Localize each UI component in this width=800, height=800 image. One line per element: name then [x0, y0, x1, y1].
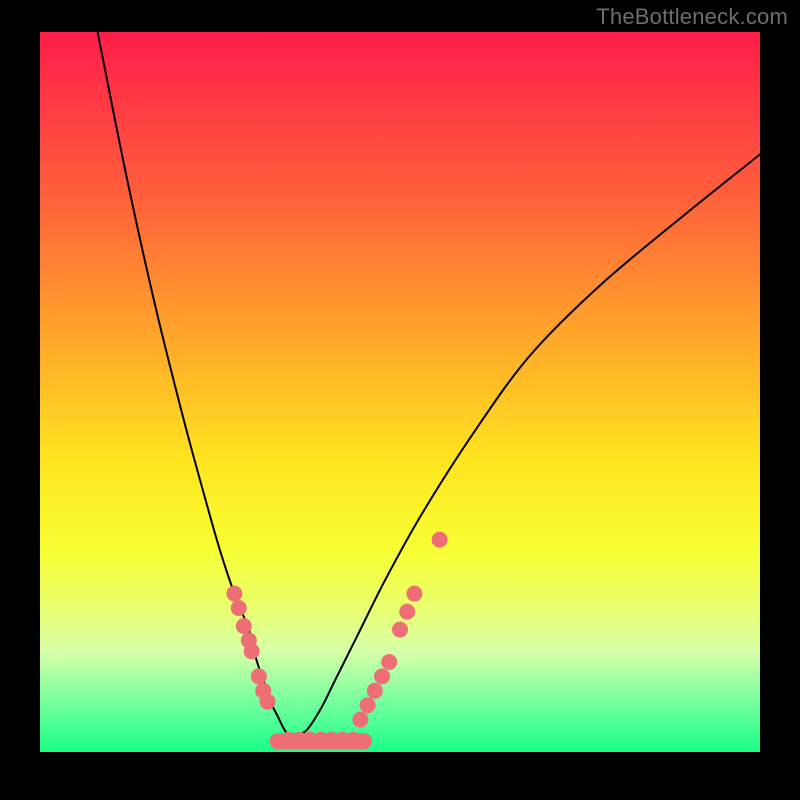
right-branch-path [292, 154, 760, 737]
data-dot [392, 622, 408, 638]
left-branch-path [98, 32, 292, 738]
watermark-text: TheBottleneck.com [596, 4, 788, 30]
data-dot [231, 600, 247, 616]
data-dot [360, 697, 376, 713]
data-dot [251, 668, 267, 684]
data-dot [406, 586, 422, 602]
data-dot [226, 586, 242, 602]
scatter-dots [226, 532, 447, 748]
data-dot [374, 668, 390, 684]
data-dot [236, 618, 252, 634]
data-dot [381, 654, 397, 670]
data-dot [399, 604, 415, 620]
curve-layer [40, 32, 760, 752]
data-dot [432, 532, 448, 548]
data-dot [367, 683, 383, 699]
data-dot [244, 643, 260, 659]
data-dot [260, 694, 276, 710]
curve-lines [98, 32, 760, 738]
data-dot [352, 712, 368, 728]
data-dot [345, 732, 361, 748]
chart-frame: TheBottleneck.com [0, 0, 800, 800]
